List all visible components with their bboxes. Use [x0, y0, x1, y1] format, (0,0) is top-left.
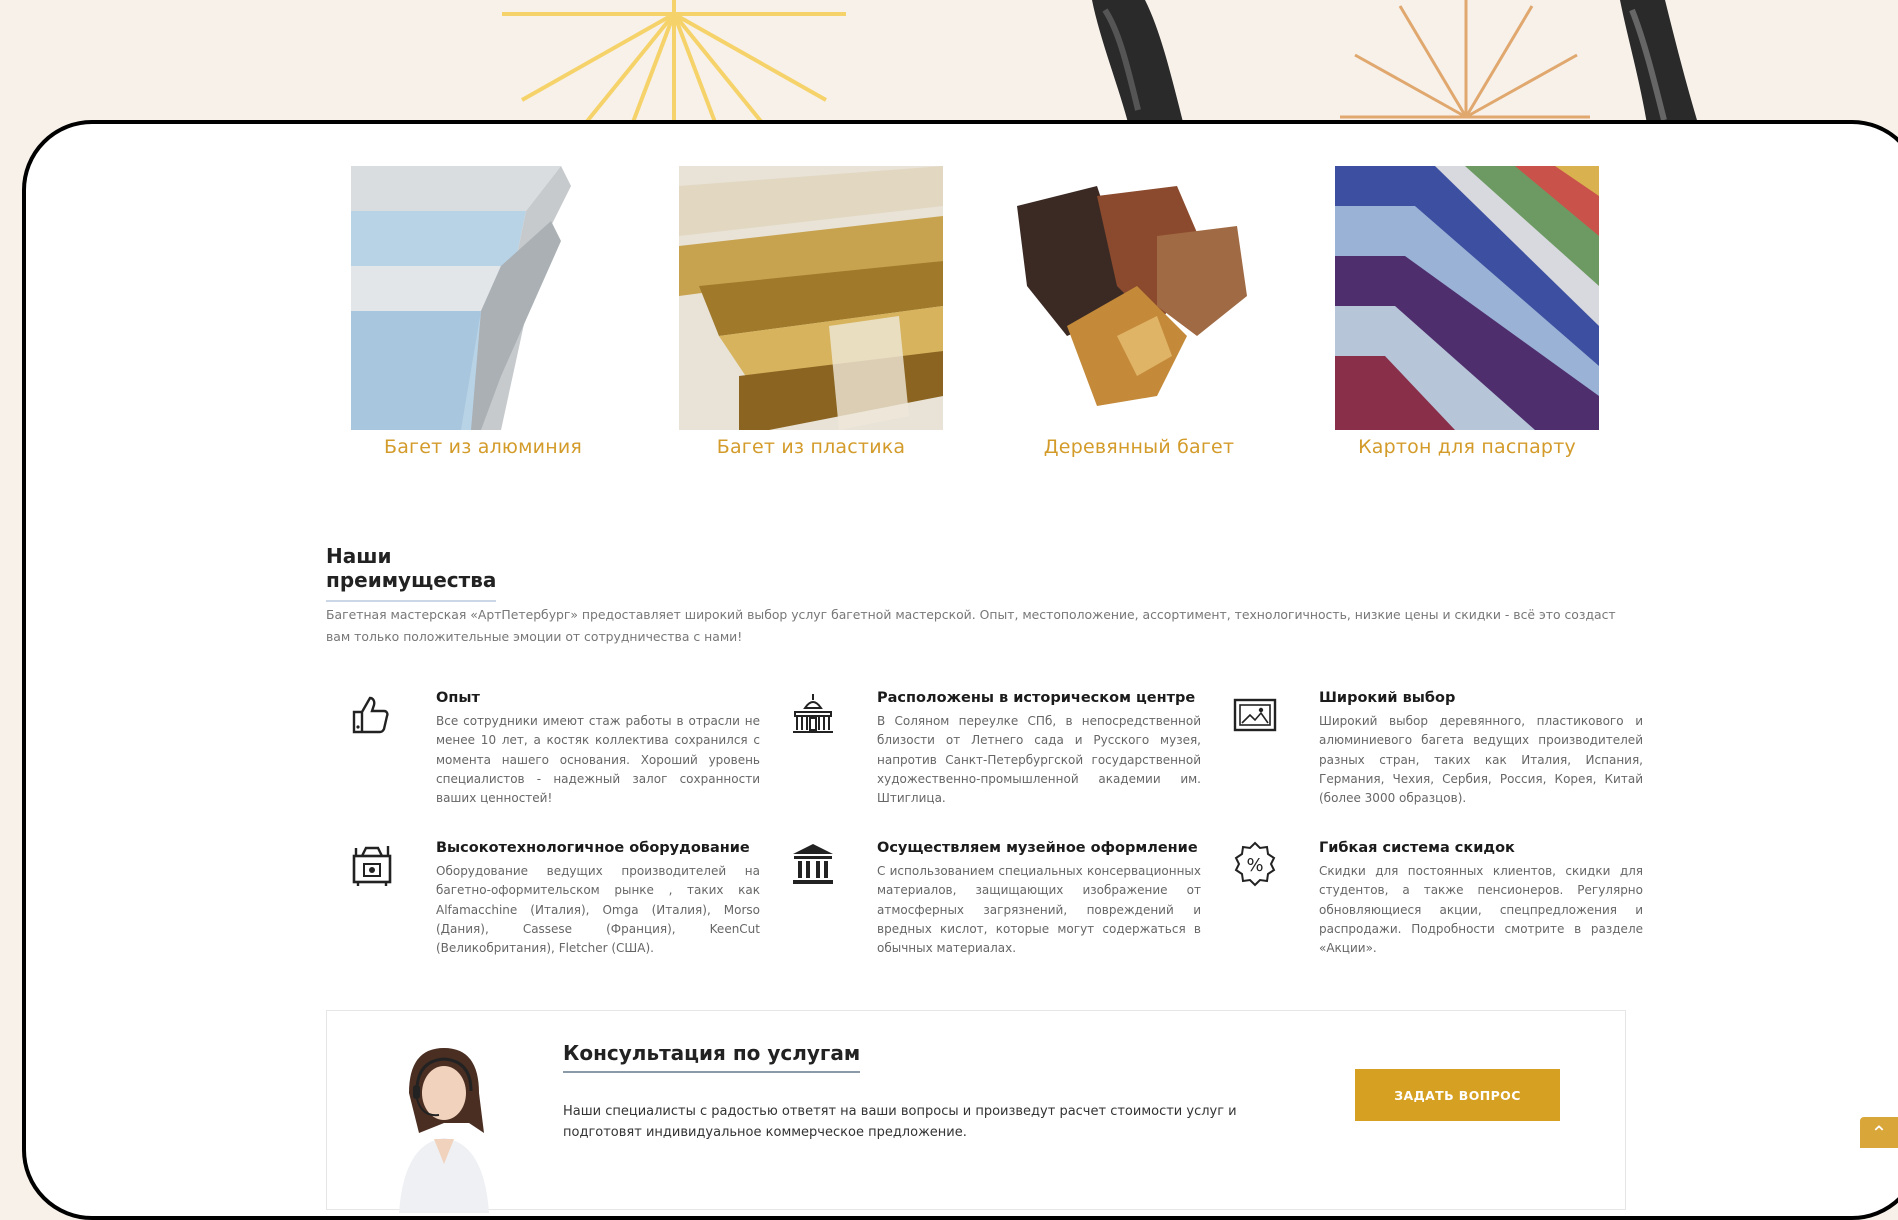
- background-decoration: [502, 0, 1700, 130]
- chevron-up-icon: ⌃: [1870, 1120, 1888, 1145]
- feature-text: В Соляном переулке СПб, в непосредственн…: [877, 714, 1201, 806]
- ornate-baguette-decoration: [1092, 0, 1700, 130]
- feature-text: Скидки для постоянных клиентов, скидки д…: [1319, 864, 1643, 956]
- product-label: Картон для паспарту: [1358, 436, 1576, 458]
- product-wooden[interactable]: Деревянный багет: [1007, 166, 1271, 458]
- operator-avatar: [399, 1048, 489, 1213]
- product-label: Багет из алюминия: [383, 436, 582, 458]
- product-categories: Багет из алюминия Багет из пластика Дере…: [351, 166, 1651, 458]
- product-cardboard[interactable]: Картон для паспарту: [1335, 166, 1599, 458]
- section-title: Наши преимущества: [326, 544, 497, 602]
- sunburst-orange-decoration: [1340, 0, 1590, 119]
- feature-title: Высокотехнологичное оборудование: [436, 840, 750, 856]
- passepartout-cardboard-image: [1335, 166, 1599, 430]
- svg-text:%: %: [1246, 855, 1263, 876]
- content-card: Багет из алюминия Багет из пластика Дере…: [22, 120, 1898, 1220]
- product-label: Багет из пластика: [716, 436, 906, 458]
- feature-title: Опыт: [436, 690, 480, 706]
- feature-title: Расположены в историческом центре: [877, 690, 1196, 706]
- product-label: Деревянный багет: [1043, 436, 1235, 458]
- feature-text: Все сотрудники имеют стаж работы в отрас…: [436, 714, 760, 806]
- percent-badge-icon: %: [1234, 841, 1276, 887]
- feature-text: Широкий выбор деревянного, пластикового …: [1319, 714, 1643, 806]
- feature-title: Осуществляем музейное оформление: [877, 840, 1198, 856]
- aluminium-frame-image: [351, 166, 615, 430]
- plastic-frame-image: [679, 166, 943, 430]
- feature-title: Гибкая система скидок: [1319, 840, 1515, 856]
- ask-question-button[interactable]: ЗАДАТЬ ВОПРОС: [1355, 1069, 1560, 1121]
- product-plastic[interactable]: Багет из пластика: [679, 166, 943, 458]
- picture-frame-icon: [1233, 698, 1277, 732]
- machine-icon: [352, 846, 392, 886]
- product-aluminium[interactable]: Багет из алюминия: [351, 166, 615, 458]
- museum-icon: [793, 844, 833, 884]
- feature-title: Широкий выбор: [1319, 690, 1456, 706]
- consultation-block: Консультация по услугам Наши специалисты…: [326, 1010, 1626, 1213]
- historic-building-icon: [793, 694, 833, 733]
- thumbs-up-icon: [352, 696, 389, 734]
- consultation-text: Наши специалисты с радостью ответят на в…: [563, 1104, 1237, 1140]
- wooden-frame-image: [1007, 166, 1271, 430]
- sunburst-yellow-decoration: [502, 0, 846, 130]
- feature-text: Оборудование ведущих производителей на б…: [436, 864, 760, 956]
- feature-text: С использованием специальных консервацио…: [877, 864, 1201, 956]
- scroll-to-top-button[interactable]: ⌃: [1860, 1117, 1898, 1148]
- section-intro: Багетная мастерская «АртПетербург» предо…: [326, 607, 1616, 644]
- consultation-title: Консультация по услугам: [563, 1041, 861, 1073]
